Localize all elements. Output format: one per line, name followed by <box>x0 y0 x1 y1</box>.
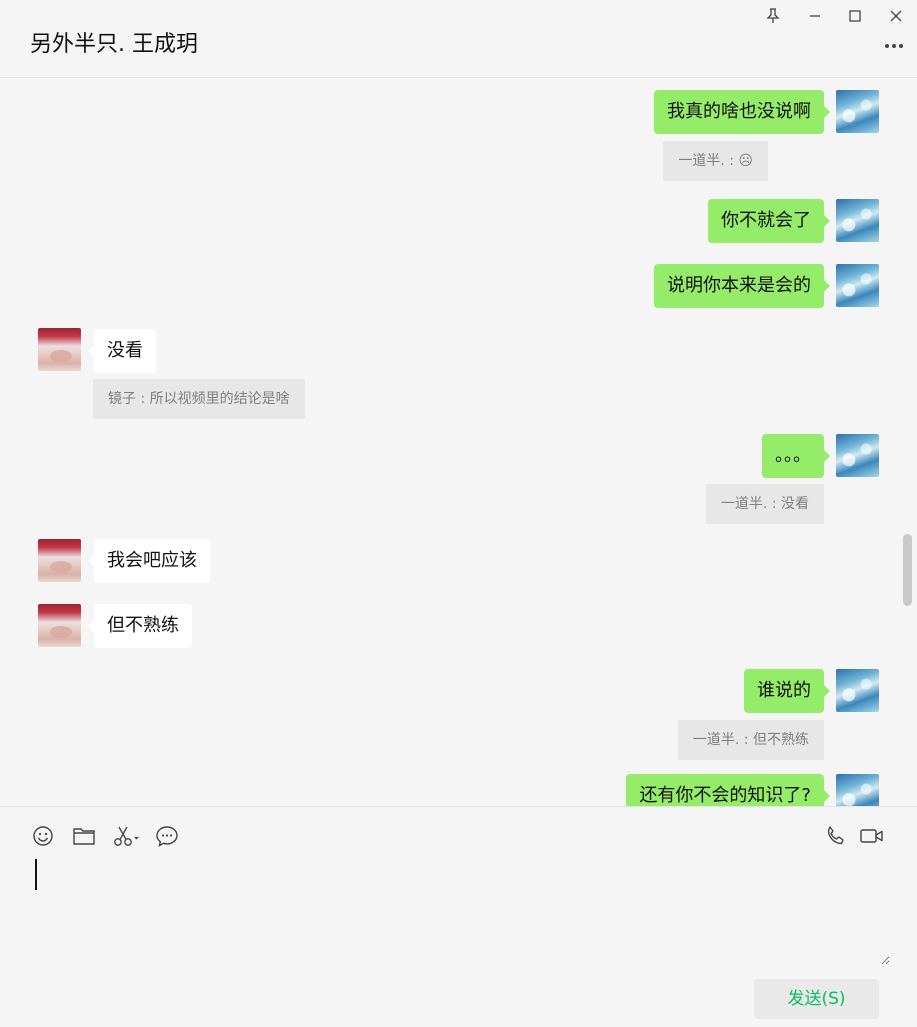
message-text: 。。。 <box>775 445 811 466</box>
voice-call-icon[interactable] <box>823 823 849 849</box>
pin-icon[interactable] <box>760 4 786 28</box>
avatar-contact[interactable] <box>38 539 81 582</box>
message-list[interactable]: 我真的啥也没说啊 一道半. : ☹ 你不就会了 说明你本来是会的 没看 镜子 :… <box>0 78 917 806</box>
message-input[interactable] <box>30 855 890 965</box>
avatar-me[interactable] <box>836 774 879 806</box>
message-bubble-sent[interactable]: 谁说的 <box>744 669 830 713</box>
video-call-icon[interactable] <box>858 823 886 849</box>
avatar-me[interactable] <box>836 669 879 712</box>
quote-text: 一道半. : 没看 <box>720 496 809 512</box>
avatar-me[interactable] <box>836 90 879 133</box>
quote-reply[interactable]: 一道半. : 但不熟练 <box>677 720 824 760</box>
send-button[interactable]: 发送(S) <box>754 979 879 1019</box>
message-bubble-received[interactable]: 但不熟练 <box>88 604 192 648</box>
chat-title: 另外半只. 王成玥 <box>30 32 198 57</box>
message-text: 但不熟练 <box>107 615 179 636</box>
message-text: 谁说的 <box>757 680 811 701</box>
avatar-me[interactable] <box>836 434 879 477</box>
maximize-icon[interactable] <box>842 4 868 28</box>
scissors-icon[interactable] <box>112 823 142 849</box>
message-bubble-sent[interactable]: 你不就会了 <box>708 199 830 243</box>
message-text: 没看 <box>107 340 143 361</box>
message-text: 说明你本来是会的 <box>667 275 811 296</box>
message-text: 我真的啥也没说啊 <box>667 101 811 122</box>
message-text: 还有你不会的知识了? <box>639 785 811 806</box>
avatar-me[interactable] <box>836 264 879 307</box>
message-scrollbar[interactable] <box>903 534 912 606</box>
chat-history-icon[interactable] <box>154 823 180 849</box>
message-bubble-received[interactable]: 没看 <box>88 329 156 373</box>
avatar-contact[interactable] <box>38 604 81 647</box>
folder-icon[interactable] <box>71 823 97 849</box>
quote-reply[interactable]: 一道半. : 没看 <box>705 484 824 524</box>
minimize-icon[interactable] <box>802 4 828 28</box>
more-dots-icon[interactable] <box>883 36 905 56</box>
close-icon[interactable] <box>883 4 909 28</box>
quote-text: 一道半. : ☹ <box>678 153 753 169</box>
message-text: 我会吧应该 <box>107 550 197 571</box>
message-bubble-sent[interactable]: 。。。 <box>762 434 830 478</box>
chat-header: 另外半只. 王成玥 <box>0 0 917 78</box>
composer-area: 发送(S) <box>0 806 917 1027</box>
quote-text: 一道半. : 但不熟练 <box>692 732 809 748</box>
message-bubble-sent[interactable]: 说明你本来是会的 <box>654 264 830 308</box>
quote-reply[interactable]: 镜子 : 所以视频里的结论是啥 <box>93 379 305 419</box>
message-text: 你不就会了 <box>721 210 811 231</box>
message-bubble-sent[interactable]: 还有你不会的知识了? <box>626 774 830 806</box>
quote-text: 镜子 : 所以视频里的结论是啥 <box>108 391 290 407</box>
quote-reply[interactable]: 一道半. : ☹ <box>663 141 768 181</box>
avatar-contact[interactable] <box>38 328 81 371</box>
message-bubble-received[interactable]: 我会吧应该 <box>88 539 210 583</box>
message-bubble-sent[interactable]: 我真的啥也没说啊 <box>654 90 830 134</box>
avatar-me[interactable] <box>836 199 879 242</box>
text-caret <box>35 859 37 890</box>
emoji-icon[interactable] <box>30 823 56 849</box>
